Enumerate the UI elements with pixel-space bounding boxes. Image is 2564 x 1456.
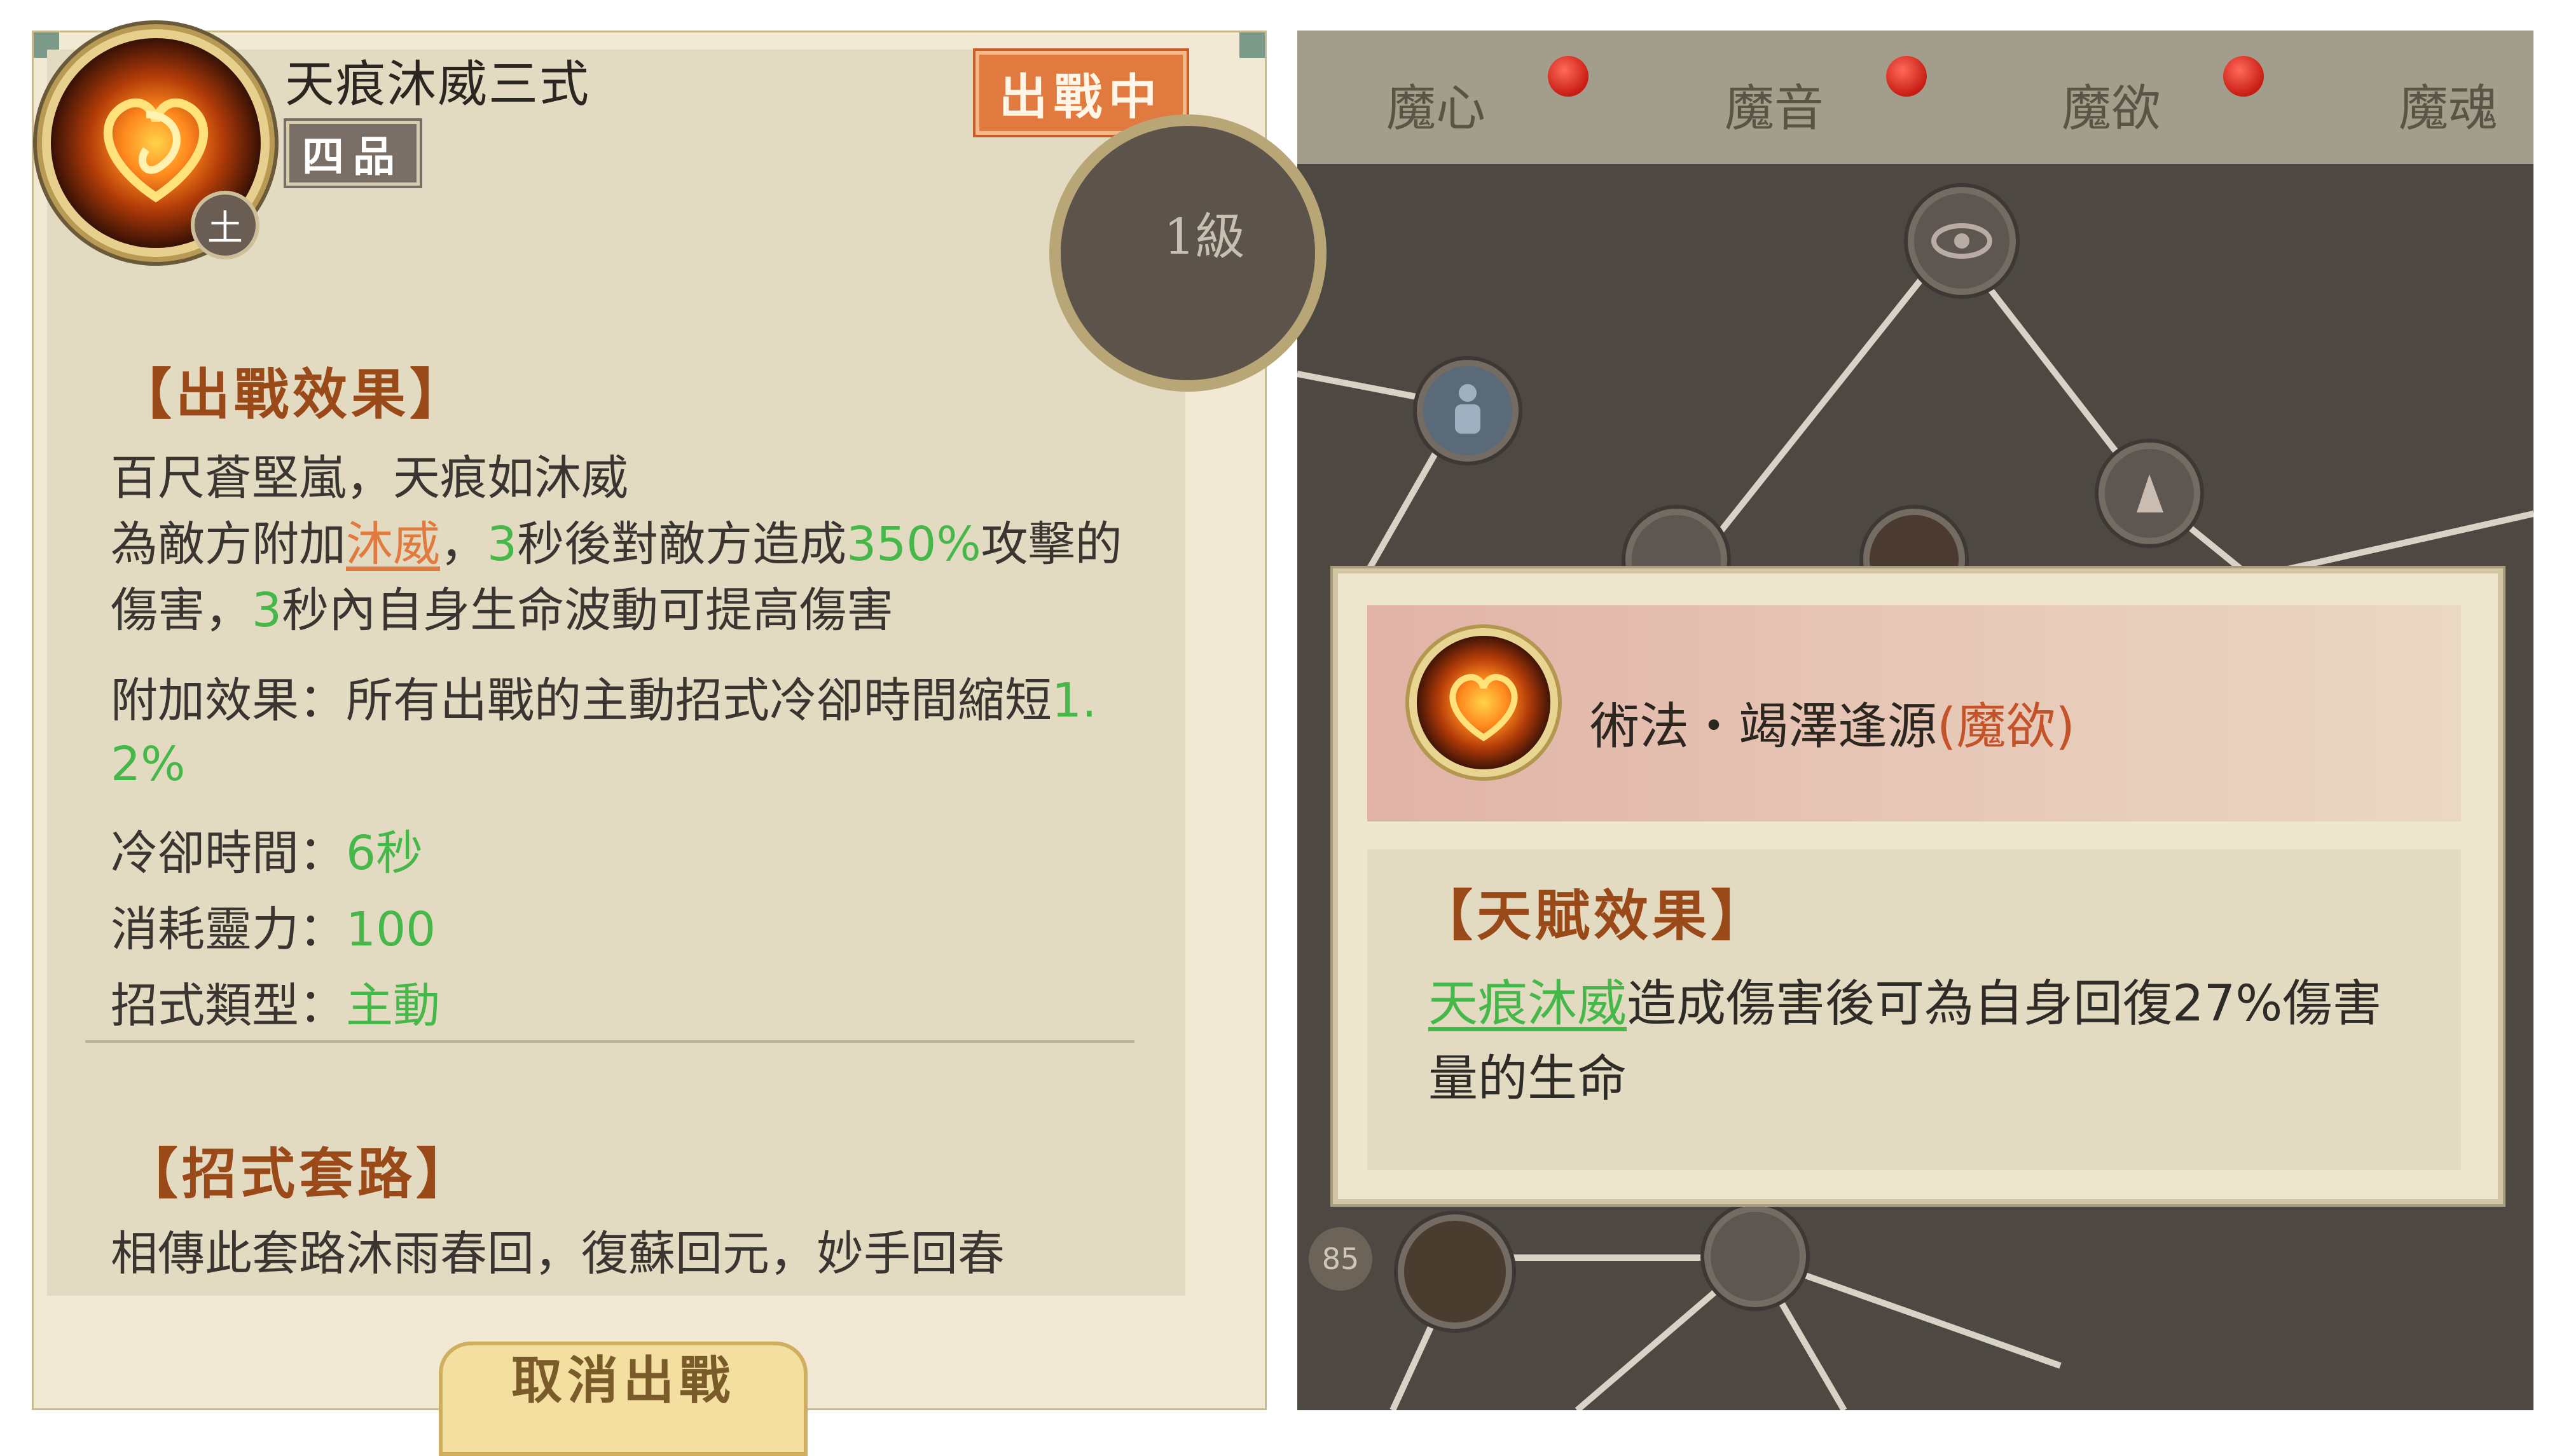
body-node-icon[interactable] [1417,360,1519,462]
talent-effect-line: 量的生命 [1428,1050,1627,1108]
battle-effect-line: 傷害，3秒內自身生命波動可提高傷害 [111,577,893,643]
talent-category: (魔欲) [1937,698,2075,755]
routine-title: 【招式套路】 [123,1142,474,1206]
talent-effect-line: 天痕沐威造成傷害後可為自身回復27%傷害 [1428,966,2381,1041]
cost-row: 消耗靈力：100 [111,896,436,963]
effect-value: 3 [487,517,518,572]
tab-mohun[interactable]: 魔魂 [2399,69,2498,140]
cost-label: 消耗靈力： [111,902,346,957]
cooldown-value: 6秒 [346,826,424,881]
corner-ornament [1239,32,1265,58]
tab-moyin[interactable]: 魔音 [1725,69,1824,140]
talent-name: 術法・竭澤逢源(魔欲) [1590,687,2075,758]
effect-text: ， [440,517,487,572]
notification-dot [1548,56,1589,97]
talent-effect-title: 【天賦效果】 [1418,884,1769,948]
type-label: 招式類型： [111,979,346,1033]
notification-dot [1886,56,1927,97]
tianhen-muwei-link[interactable]: 天痕沐威 [1428,975,1627,1033]
cost-value: 100 [346,902,436,957]
eye-node-icon[interactable] [1908,187,2016,295]
skill-name: 天痕沐威三式 [285,56,591,113]
section-divider [85,1040,1134,1043]
cooldown-row: 冷卻時間：6秒 [111,820,423,886]
talent-node[interactable] [1704,1205,1806,1307]
effect-text: 傷害， [111,583,252,638]
muwei-link[interactable]: 沐威 [346,517,440,572]
type-row: 招式類型：主動 [111,973,440,1039]
extra-effect-value: 1. [1052,673,1097,728]
routine-description: 相傳此套路沐雨春回，復蘇回元，妙手回春 [111,1226,1005,1281]
grade-badge: 四品 [284,118,422,188]
claw-node-icon[interactable] [2099,443,2200,544]
level-label: 1級 [1164,209,1245,266]
effect-text: 秒後對敵方造成 [517,517,847,572]
element-badge: 土 [191,191,259,259]
battle-effect-title: 【出戰效果】 [117,362,468,427]
notification-dot [2223,56,2264,97]
talent-effect-text: 造成傷害後可為自身回復27%傷害 [1627,975,2382,1033]
effect-value: 350% [846,517,981,572]
extra-effect-label: 附加效果：所有出戰的主動招式冷卻時間縮短 [111,673,1052,728]
tab-moxin[interactable]: 魔心 [1386,69,1485,140]
extra-effect-line: 附加效果：所有出戰的主動招式冷卻時間縮短1. [111,668,1097,734]
effect-text: 秒內自身生命波動可提高傷害 [282,583,894,638]
type-value: 主動 [346,979,440,1033]
effect-text: 為敵方附加 [111,517,346,572]
effect-text: 百尺蒼堅嵐，天痕如沐威 [111,451,628,505]
battle-effect-line: 百尺蒼堅嵐，天痕如沐威 [111,445,628,511]
effect-value: 3 [252,583,282,638]
battle-effect-line: 為敵方附加沐威，3秒後對敵方造成350%攻擊的 [111,511,1122,577]
talent-orb-icon [1417,636,1550,769]
tab-moyu[interactable]: 魔欲 [2062,69,2161,140]
count-badge: 85 [1309,1227,1372,1291]
effect-text: 攻擊的 [981,517,1122,572]
cooldown-label: 冷卻時間： [111,826,346,881]
talent-node[interactable] [1398,1214,1512,1329]
cancel-battle-button[interactable]: 取消出戰 [439,1342,808,1456]
extra-effect-value-cont: 2% [111,737,186,792]
talent-name-text: 術法・竭澤逢源 [1590,698,1938,755]
